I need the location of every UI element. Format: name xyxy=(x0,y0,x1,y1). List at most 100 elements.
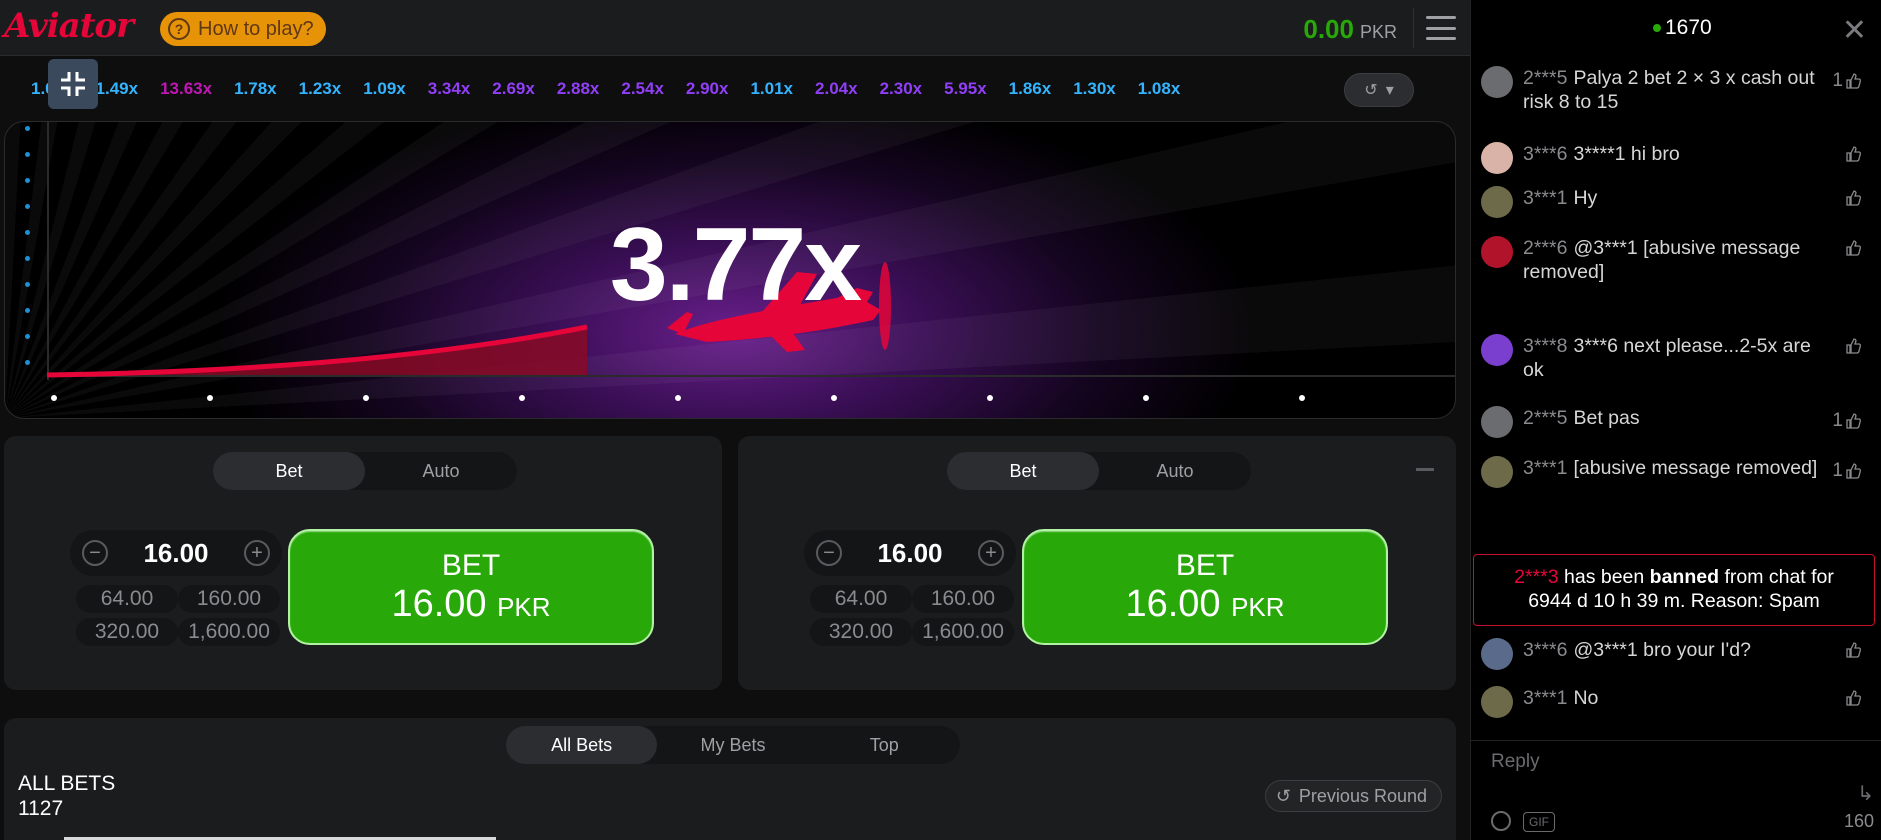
bet-mode-tabs: Bet Auto xyxy=(947,452,1251,490)
bet-amount[interactable]: 16.00 xyxy=(877,538,942,569)
avatar xyxy=(1481,406,1513,438)
history-multiplier: 1.23x xyxy=(298,79,342,98)
plus-icon[interactable]: + xyxy=(243,540,270,566)
reply-box[interactable]: Reply ↳ GIF 160 xyxy=(1471,740,1881,840)
minus-icon[interactable]: − xyxy=(816,540,842,566)
thumbs-up-icon xyxy=(1846,413,1861,429)
reply-input[interactable]: Reply xyxy=(1491,751,1540,773)
top-bar: Aviator ? How to play? 0.00 PKR xyxy=(0,0,1470,56)
chat-username: 3***1 xyxy=(1523,687,1568,709)
chat-panel: 1670 ✕ 2***5 Palya 2 bet 2 × 3 x cash out… xyxy=(1470,0,1881,840)
like-button[interactable] xyxy=(1843,240,1861,256)
history-multiplier: 1.01x xyxy=(750,79,794,98)
quick-amount-button[interactable]: 64.00 xyxy=(810,585,912,613)
chat-message-text: 3***1 Hy xyxy=(1523,186,1825,210)
like-button[interactable]: 1 xyxy=(1832,410,1861,432)
tab-my-bets[interactable]: My Bets xyxy=(657,726,808,764)
avatar xyxy=(1481,66,1513,98)
chat-username: 2***6 xyxy=(1523,237,1568,259)
chat-text: Bet pas xyxy=(1573,407,1640,429)
tab-bet[interactable]: Bet xyxy=(947,452,1099,490)
minus-icon[interactable]: − xyxy=(82,540,108,566)
chat-message-text: 3***1 [abusive message removed] xyxy=(1523,456,1825,480)
all-bets-title: ALL BETS xyxy=(18,772,116,795)
like-button[interactable] xyxy=(1843,190,1861,206)
thumbs-up-icon xyxy=(1846,690,1861,706)
bet-button[interactable]: BET 16.00 PKR xyxy=(288,529,654,645)
chat-username: 3***6 xyxy=(1523,143,1568,165)
tab-auto[interactable]: Auto xyxy=(365,452,517,490)
bet-amount-stepper: − 16.00 + xyxy=(70,530,282,576)
thumbs-up-icon xyxy=(1846,642,1861,658)
bet-button[interactable]: BET 16.00 PKR xyxy=(1022,529,1388,645)
history-multiplier: 2.88x xyxy=(556,79,600,98)
history-multiplier: 5.95x xyxy=(944,79,987,98)
like-button[interactable] xyxy=(1843,690,1861,706)
gif-button[interactable]: GIF xyxy=(1523,812,1555,832)
tab-auto[interactable]: Auto xyxy=(1099,452,1251,490)
ban-notice: 2***3 has been banned from chat for 6944… xyxy=(1473,554,1875,626)
bet-panel-2: Bet Auto − 16.00 + 64.00 160.00 320.00 1… xyxy=(738,436,1456,690)
like-count: 1 xyxy=(1832,410,1843,431)
like-button[interactable] xyxy=(1843,338,1861,354)
like-button[interactable]: 1 xyxy=(1832,70,1861,92)
y-axis-dot xyxy=(25,152,30,157)
history-toggle-button[interactable]: ↺ ▾ xyxy=(1344,73,1414,107)
online-count: 1670 xyxy=(1653,16,1712,40)
plus-icon[interactable]: + xyxy=(977,540,1004,566)
history-multiplier: 1.08x xyxy=(1137,79,1181,98)
bets-tabs: All Bets My Bets Top xyxy=(506,726,960,764)
chat-text: @3***1 bro your I'd? xyxy=(1573,639,1751,661)
thumbs-up-icon xyxy=(1846,73,1861,89)
bet-amount[interactable]: 16.00 xyxy=(143,538,208,569)
chat-username: 2***5 xyxy=(1523,407,1568,429)
chat-message-text: 2***5 Bet pas xyxy=(1523,406,1825,430)
game-area: Aviator ? How to play? 0.00 PKR 1.05x1.4… xyxy=(0,0,1470,840)
bet-panel-1: Bet Auto − 16.00 + 64.00 160.00 320.00 1… xyxy=(4,436,722,690)
x-axis-dot xyxy=(987,395,993,401)
char-count: 160 xyxy=(1843,811,1874,831)
bet-button-amount: 16.00 PKR xyxy=(391,582,551,625)
avatar xyxy=(1481,334,1513,366)
history-multiplier: 2.69x xyxy=(492,79,535,98)
like-button[interactable] xyxy=(1843,642,1861,658)
chat-message-text: 3***6 3****1 hi bro xyxy=(1523,142,1825,166)
y-axis-dot xyxy=(25,334,30,339)
thumbs-up-icon xyxy=(1846,240,1861,256)
quick-amount-button[interactable]: 64.00 xyxy=(76,585,178,613)
quick-amount-button[interactable]: 1,600.00 xyxy=(912,618,1014,646)
x-axis-dot xyxy=(207,395,213,401)
balance-amount: 0.00 xyxy=(1303,14,1354,44)
ban-text-post: from chat for xyxy=(1724,566,1834,588)
online-count-value: 1670 xyxy=(1665,16,1712,39)
tab-top[interactable]: Top xyxy=(809,726,960,764)
close-chat-icon[interactable]: ✕ xyxy=(1842,16,1867,46)
how-to-play-button[interactable]: ? How to play? xyxy=(160,12,326,46)
game-canvas: 3.77x xyxy=(4,121,1456,419)
tab-bet[interactable]: Bet xyxy=(213,452,365,490)
ban-duration: 6944 d 10 h 39 m. Reason: Spam xyxy=(1528,590,1820,612)
quick-amount-button[interactable]: 160.00 xyxy=(178,585,280,613)
x-axis-dot xyxy=(675,395,681,401)
avatar xyxy=(1481,236,1513,268)
remove-panel-icon[interactable] xyxy=(1416,468,1434,471)
quick-amount-button[interactable]: 320.00 xyxy=(76,618,178,646)
balance-currency: PKR xyxy=(1359,22,1397,42)
thumbs-up-icon xyxy=(1846,190,1861,206)
history-multiplier: 3.34x xyxy=(427,79,471,98)
emoji-icon[interactable] xyxy=(1491,811,1511,831)
aviator-screen: Aviator ? How to play? 0.00 PKR 1.05x1.4… xyxy=(0,0,1881,840)
like-button[interactable]: 1 xyxy=(1832,460,1861,482)
send-icon[interactable]: ↳ xyxy=(1857,781,1874,806)
x-axis-dot xyxy=(1143,395,1149,401)
previous-round-button[interactable]: ↺ Previous Round xyxy=(1264,780,1442,812)
collapse-icon[interactable] xyxy=(48,59,98,109)
tab-all-bets[interactable]: All Bets xyxy=(506,726,658,764)
x-axis-dot xyxy=(831,395,837,401)
like-button[interactable] xyxy=(1843,146,1861,162)
quick-amount-button[interactable]: 1,600.00 xyxy=(178,618,280,646)
ban-text-pre: has been xyxy=(1564,566,1645,588)
hamburger-menu-icon[interactable] xyxy=(1426,16,1456,40)
quick-amount-button[interactable]: 160.00 xyxy=(912,585,1014,613)
quick-amount-button[interactable]: 320.00 xyxy=(810,618,912,646)
